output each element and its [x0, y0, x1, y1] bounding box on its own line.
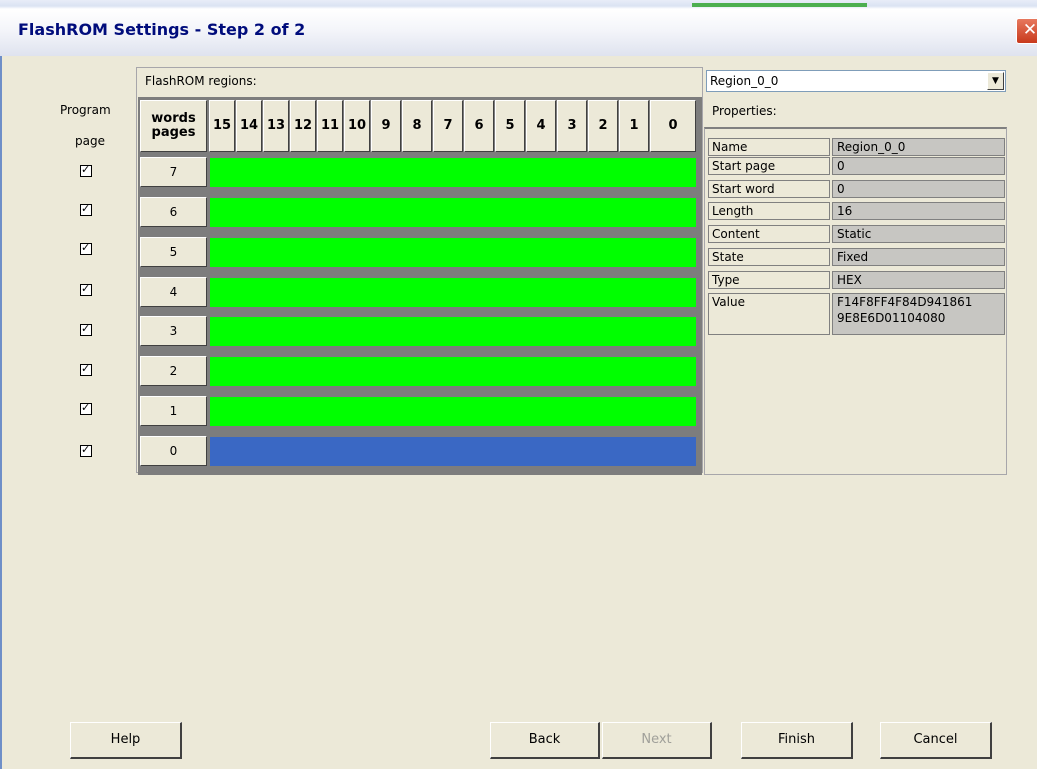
- page-label: page: [75, 134, 105, 148]
- region-bar-page-7[interactable]: [210, 158, 696, 187]
- property-name: Name: [708, 138, 830, 156]
- title-bar: FlashROM Settings - Step 2 of 2 ✕: [0, 0, 1037, 56]
- property-value-line: 9E8E6D01104080: [837, 311, 946, 325]
- close-button[interactable]: ✕: [1016, 18, 1037, 44]
- word-column-header: 12: [290, 100, 316, 152]
- region-bar-page-0-selected[interactable]: [210, 437, 696, 466]
- program-page-1-checkbox[interactable]: [80, 401, 92, 415]
- region-bar-page-1[interactable]: [210, 397, 696, 426]
- property-value-multiline[interactable]: F14F8FF4F84D941861 9E8E6D01104080: [832, 293, 1005, 335]
- cancel-button[interactable]: Cancel: [880, 722, 992, 759]
- title-bar-accent: [692, 3, 867, 7]
- program-page-7-checkbox[interactable]: [80, 163, 92, 177]
- grid-corner-header: words pages: [140, 100, 207, 152]
- region-select-value: Region_0_0: [710, 74, 779, 88]
- back-button[interactable]: Back: [490, 722, 600, 759]
- word-column-header: 6: [464, 100, 494, 152]
- property-value[interactable]: Fixed: [832, 248, 1005, 266]
- region-bar-page-5[interactable]: [210, 238, 696, 267]
- flashrom-regions-label: FlashROM regions:: [145, 74, 257, 88]
- program-page-3-checkbox[interactable]: [80, 322, 92, 336]
- program-page-2-checkbox[interactable]: [80, 362, 92, 376]
- word-column-header: 10: [344, 100, 370, 152]
- word-column-header: 4: [526, 100, 556, 152]
- page-row-7-button[interactable]: 7: [140, 157, 207, 187]
- word-column-header: 15: [209, 100, 235, 152]
- property-value[interactable]: 0: [832, 180, 1005, 198]
- finish-button[interactable]: Finish: [741, 722, 853, 759]
- page-row-1-button[interactable]: 1: [140, 396, 207, 426]
- help-button[interactable]: Help: [70, 722, 182, 759]
- word-column-header: 14: [236, 100, 262, 152]
- page-row-3-button[interactable]: 3: [140, 316, 207, 346]
- pages-header: pages: [151, 125, 196, 140]
- region-select-dropdown[interactable]: Region_0_0 ▼: [706, 70, 1006, 92]
- word-column-header: 9: [371, 100, 401, 152]
- dropdown-arrow-icon[interactable]: ▼: [987, 72, 1004, 90]
- property-value[interactable]: Region_0_0: [832, 138, 1005, 156]
- word-column-header: 1: [619, 100, 649, 152]
- words-header: words: [151, 111, 196, 126]
- property-name: Start word: [708, 180, 830, 198]
- word-column-header: 2: [588, 100, 618, 152]
- property-name: Content: [708, 225, 830, 243]
- property-name: Length: [708, 202, 830, 220]
- window-border: [0, 56, 2, 769]
- window-title: FlashROM Settings - Step 2 of 2: [18, 20, 306, 39]
- word-column-header: 0: [650, 100, 696, 152]
- region-bar-page-6[interactable]: [210, 198, 696, 227]
- word-column-header: 7: [433, 100, 463, 152]
- property-value[interactable]: 16: [832, 202, 1005, 220]
- page-row-6-button[interactable]: 6: [140, 197, 207, 227]
- word-column-header: 8: [402, 100, 432, 152]
- page-row-0-button[interactable]: 0: [140, 436, 207, 466]
- page-row-2-button[interactable]: 2: [140, 356, 207, 386]
- property-value[interactable]: 0: [832, 157, 1005, 175]
- program-page-6-checkbox[interactable]: [80, 202, 92, 216]
- region-bar-page-2[interactable]: [210, 357, 696, 386]
- property-name: Value: [708, 293, 830, 335]
- property-value[interactable]: Static: [832, 225, 1005, 243]
- region-bar-page-4[interactable]: [210, 278, 696, 307]
- property-name: State: [708, 248, 830, 266]
- word-column-header: 5: [495, 100, 525, 152]
- page-row-5-button[interactable]: 5: [140, 237, 207, 267]
- program-page-5-checkbox[interactable]: [80, 241, 92, 255]
- properties-label: Properties:: [712, 104, 777, 118]
- property-name: Start page: [708, 157, 830, 175]
- program-page-4-checkbox[interactable]: [80, 282, 92, 296]
- region-bar-page-3[interactable]: [210, 317, 696, 346]
- word-column-header: 13: [263, 100, 289, 152]
- page-row-4-button[interactable]: 4: [140, 277, 207, 307]
- word-column-header: 3: [557, 100, 587, 152]
- property-name: Type: [708, 271, 830, 289]
- next-button[interactable]: Next: [602, 722, 712, 759]
- property-value-line: F14F8FF4F84D941861: [837, 295, 973, 309]
- program-page-0-checkbox[interactable]: [80, 443, 92, 457]
- word-column-header: 11: [317, 100, 343, 152]
- property-value[interactable]: HEX: [832, 271, 1005, 289]
- program-label: Program: [60, 103, 111, 117]
